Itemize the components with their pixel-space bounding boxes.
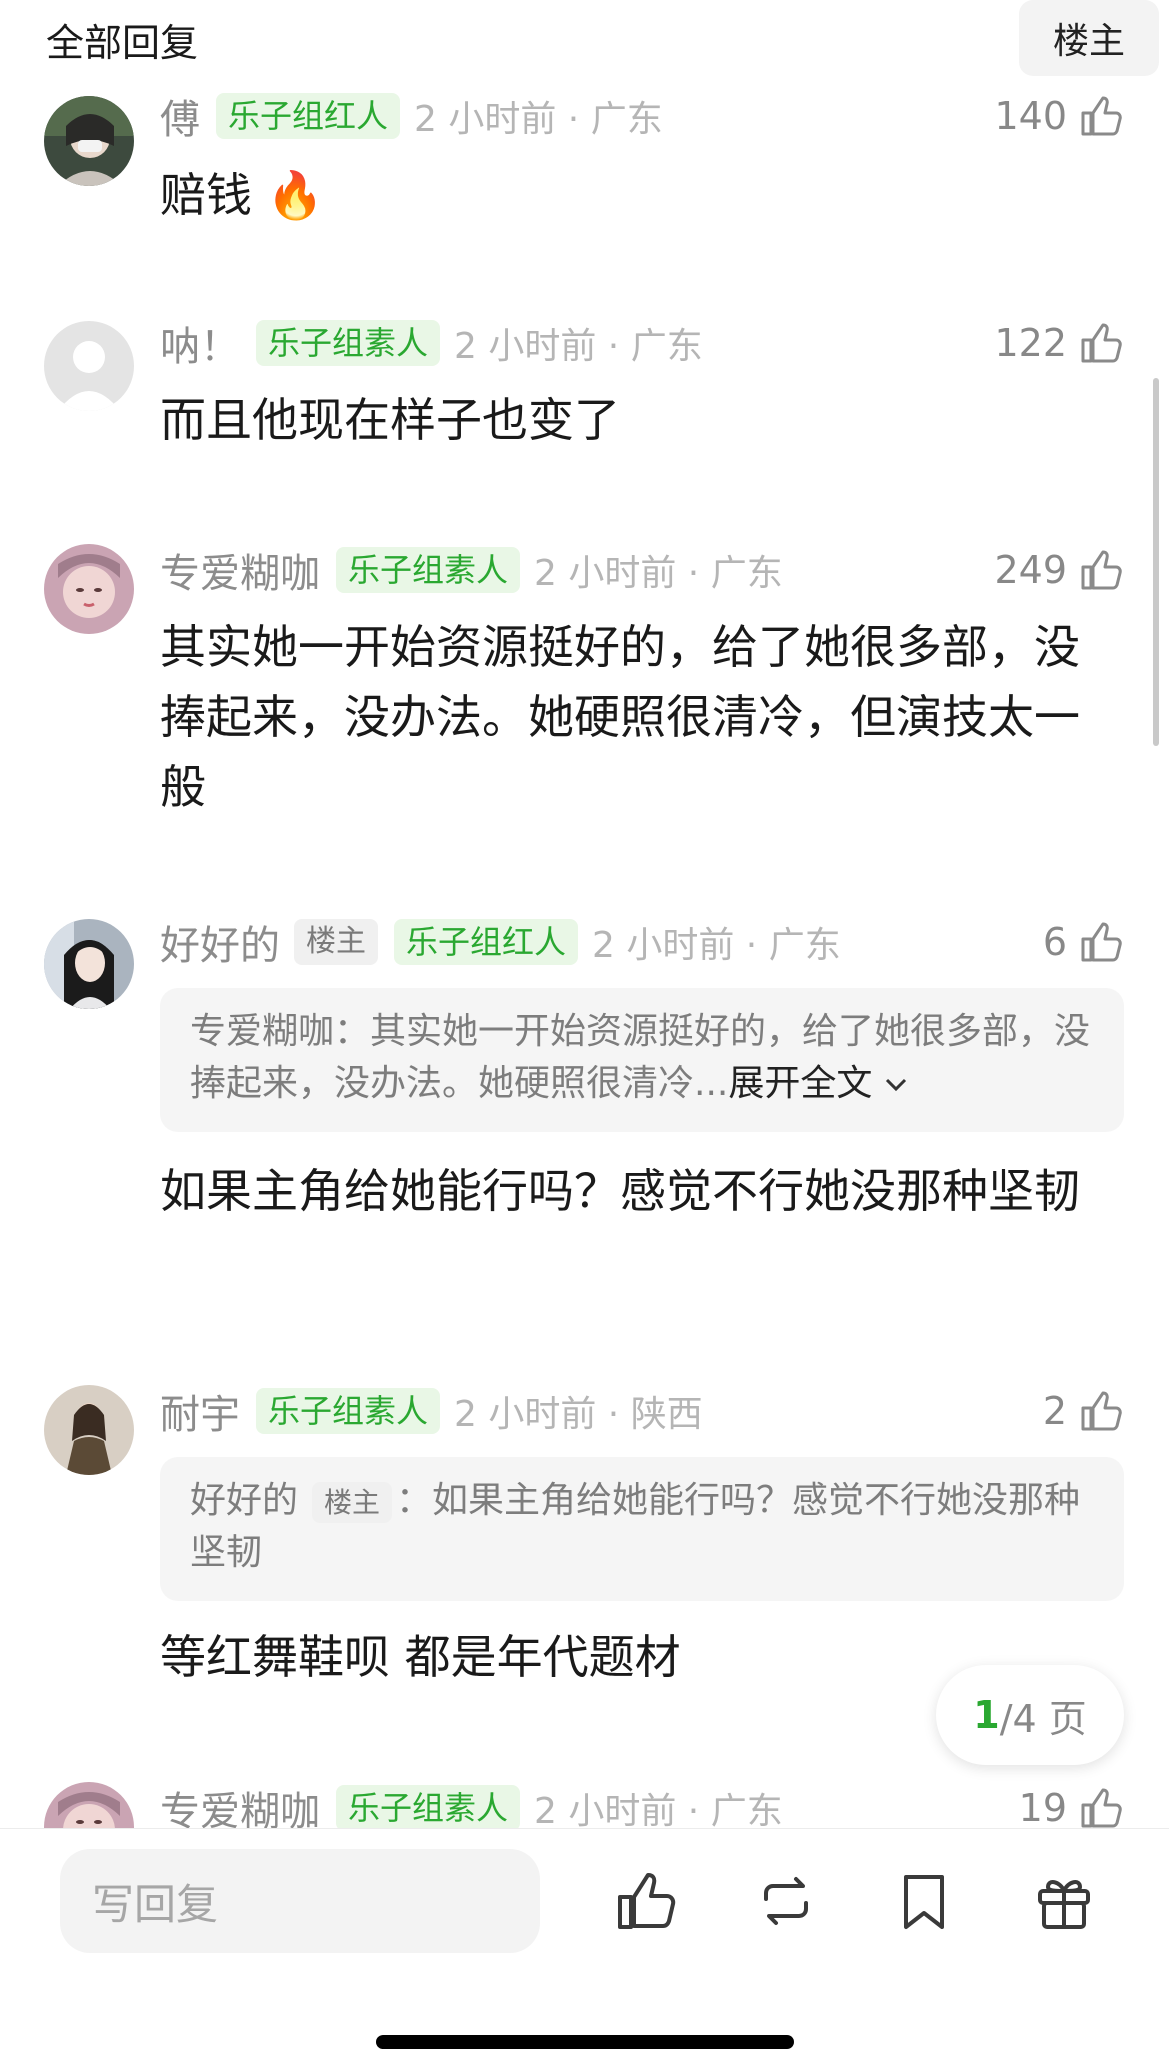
header: 全部回复 楼主: [0, 0, 1169, 78]
thumbs-up-icon: [1081, 1391, 1122, 1431]
quote-text: 好好的 楼主 ：如果主角给她能行吗？感觉不行她没那种坚韧: [190, 1480, 1081, 1573]
comment-text: 而且他现在样子也变了: [160, 393, 620, 447]
like-button[interactable]: 19: [1019, 1782, 1125, 1828]
group-badge: 乐子组红人: [394, 919, 579, 965]
expand-full-text-link[interactable]: 展开全文: [728, 1063, 907, 1104]
comment-meta: 专爱糊咖 乐子组素人 2 小时前 · 广东: [160, 1782, 783, 1828]
owner-tag: 楼主: [294, 919, 378, 965]
chevron-down-icon: [885, 1078, 906, 1092]
home-indicator: [376, 2035, 794, 2049]
comment-meta: 耐宇 乐子组素人 2 小时前 · 陕西: [160, 1382, 703, 1440]
repost-icon[interactable]: [752, 1867, 820, 1935]
timestamp: 2 小时前 · 广东: [414, 99, 663, 140]
timestamp: 2 小时前 · 陕西: [454, 1394, 703, 1435]
username[interactable]: 好好的: [160, 913, 280, 971]
avatar[interactable]: [44, 1385, 134, 1475]
group-badge: 乐子组素人: [256, 1388, 441, 1434]
owner-tag: 楼主: [312, 1482, 393, 1523]
thumbs-up-icon: [1081, 323, 1122, 363]
thumbs-up-icon: [1081, 550, 1122, 590]
like-count: 140: [994, 94, 1067, 138]
bookmark-icon[interactable]: [890, 1867, 958, 1935]
comment-meta: 好好的 楼主 乐子组红人 2 小时前 · 广东: [160, 913, 841, 971]
comment-text: 如果主角给她能行吗？感觉不行她没那种坚韧: [160, 1164, 1080, 1218]
like-button[interactable]: 6: [1043, 916, 1125, 968]
like-count: 6: [1042, 920, 1067, 964]
like-count: 249: [994, 548, 1067, 592]
reply-input[interactable]: 写回复: [60, 1849, 540, 1953]
owner-only-button[interactable]: 楼主: [1019, 0, 1159, 76]
like-button[interactable]: 249: [994, 544, 1125, 596]
username[interactable]: 耐宇: [160, 1382, 240, 1440]
timestamp: 2 小时前 · 广东: [454, 326, 703, 367]
timestamp: 2 小时前 · 广东: [592, 925, 841, 966]
group-badge: 乐子组素人: [336, 1785, 521, 1828]
total-pages: /4 页: [999, 1696, 1087, 1741]
username[interactable]: 傅: [160, 87, 200, 145]
like-button[interactable]: 140: [994, 90, 1125, 142]
group-badge: 乐子组素人: [256, 320, 441, 366]
comment-meta: 专爱糊咖 乐子组素人 2 小时前 · 广东: [160, 541, 783, 599]
bottom-action-bar: 写回复: [0, 1828, 1169, 2046]
avatar[interactable]: [44, 1782, 134, 1828]
thumbs-up-icon: [1081, 1788, 1122, 1828]
timestamp: 2 小时前 · 广东: [534, 1791, 783, 1828]
like-button[interactable]: 122: [994, 317, 1125, 369]
timestamp: 2 小时前 · 广东: [534, 553, 783, 594]
quoted-reply[interactable]: 专爱糊咖：其实她一开始资源挺好的，给了她很多部，没捧起来，没办法。她硬照很清冷.…: [160, 988, 1124, 1132]
page-title: 全部回复: [46, 21, 199, 65]
thumbs-up-icon: [1081, 922, 1122, 962]
avatar[interactable]: [44, 919, 134, 1009]
current-page: 1: [973, 1693, 1000, 1737]
comment-text: 赔钱 🔥: [160, 168, 324, 222]
avatar[interactable]: [44, 321, 134, 411]
page-indicator[interactable]: 1 /4 页: [936, 1665, 1124, 1765]
group-badge: 乐子组红人: [216, 93, 401, 139]
comment-text: 其实她一开始资源挺好的，给了她很多部，没捧起来，没办法。她硬照很清冷，但演技太一…: [160, 620, 1080, 814]
like-button[interactable]: 2: [1043, 1385, 1125, 1437]
username[interactable]: 专爱糊咖: [160, 541, 320, 599]
comment-meta: 傅 乐子组红人 2 小时前 · 广东: [160, 87, 663, 145]
like-count: 2: [1042, 1389, 1067, 1433]
like-count: 122: [994, 321, 1067, 365]
comment-meta: 呐！ 乐子组素人 2 小时前 · 广东: [160, 314, 703, 372]
quoted-reply[interactable]: 好好的 楼主 ：如果主角给她能行吗？感觉不行她没那种坚韧: [160, 1457, 1124, 1601]
like-count: 19: [1018, 1786, 1067, 1828]
thumbs-up-icon[interactable]: [612, 1867, 680, 1935]
scrollbar[interactable]: [1153, 378, 1159, 746]
avatar[interactable]: [44, 96, 134, 186]
quoted-username[interactable]: 好好的: [190, 1480, 298, 1521]
quote-text: 专爱糊咖：其实她一开始资源挺好的，给了她很多部，没捧起来，没办法。她硬照很清冷.…: [190, 1011, 1091, 1104]
username[interactable]: 呐！: [160, 314, 240, 372]
gift-icon[interactable]: [1030, 1867, 1098, 1935]
username[interactable]: 专爱糊咖: [160, 1782, 320, 1828]
comment-item: 专爱糊咖 乐子组素人 2 小时前 · 广东 19: [0, 1782, 1169, 1828]
avatar[interactable]: [44, 544, 134, 634]
thumbs-up-icon: [1081, 96, 1122, 136]
group-badge: 乐子组素人: [336, 547, 521, 593]
